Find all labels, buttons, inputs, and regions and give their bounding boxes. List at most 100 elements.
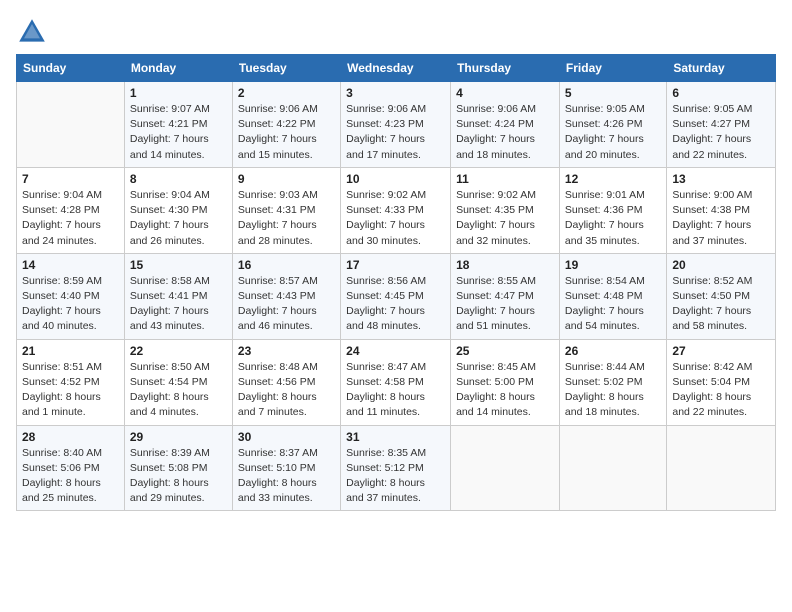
day-cell: 27 Sunrise: 8:42 AMSunset: 5:04 PMDayligh… — [667, 339, 776, 425]
day-cell: 15 Sunrise: 8:58 AMSunset: 4:41 PMDayligh… — [124, 253, 232, 339]
day-number: 17 — [346, 258, 445, 272]
day-header-saturday: Saturday — [667, 55, 776, 82]
day-number: 16 — [238, 258, 335, 272]
day-number: 10 — [346, 172, 445, 186]
day-cell: 22 Sunrise: 8:50 AMSunset: 4:54 PMDayligh… — [124, 339, 232, 425]
day-detail: Sunrise: 8:48 AMSunset: 4:56 PMDaylight:… — [238, 361, 318, 419]
days-header-row: SundayMondayTuesdayWednesdayThursdayFrid… — [17, 55, 776, 82]
day-cell: 11 Sunrise: 9:02 AMSunset: 4:35 PMDayligh… — [451, 167, 560, 253]
day-cell: 2 Sunrise: 9:06 AMSunset: 4:22 PMDaylight… — [232, 82, 340, 168]
day-number: 12 — [565, 172, 661, 186]
day-detail: Sunrise: 8:50 AMSunset: 4:54 PMDaylight:… — [130, 361, 210, 419]
day-detail: Sunrise: 8:44 AMSunset: 5:02 PMDaylight:… — [565, 361, 645, 419]
day-detail: Sunrise: 8:39 AMSunset: 5:08 PMDaylight:… — [130, 447, 210, 505]
day-header-monday: Monday — [124, 55, 232, 82]
day-number: 15 — [130, 258, 227, 272]
day-cell — [451, 425, 560, 511]
day-detail: Sunrise: 9:06 AMSunset: 4:22 PMDaylight:… — [238, 103, 318, 161]
day-number: 6 — [672, 86, 770, 100]
day-cell: 31Sunrise: 8:35 AMSunset: 5:12 PMDayligh… — [341, 425, 451, 511]
day-cell: 1Sunrise: 9:07 AMSunset: 4:21 PMDaylight… — [124, 82, 232, 168]
day-cell: 6 Sunrise: 9:05 AMSunset: 4:27 PMDaylight… — [667, 82, 776, 168]
day-number: 18 — [456, 258, 554, 272]
day-number: 26 — [565, 344, 661, 358]
day-cell: 13Sunrise: 9:00 AMSunset: 4:38 PMDayligh… — [667, 167, 776, 253]
day-detail: Sunrise: 9:03 AMSunset: 4:31 PMDaylight:… — [238, 189, 318, 247]
day-detail: Sunrise: 8:54 AMSunset: 4:48 PMDaylight:… — [565, 275, 645, 333]
day-number: 27 — [672, 344, 770, 358]
day-number: 20 — [672, 258, 770, 272]
calendar-header: SundayMondayTuesdayWednesdayThursdayFrid… — [17, 55, 776, 82]
day-number: 24 — [346, 344, 445, 358]
logo-icon — [16, 16, 48, 48]
day-cell: 16 Sunrise: 8:57 AMSunset: 4:43 PMDayligh… — [232, 253, 340, 339]
day-number: 5 — [565, 86, 661, 100]
day-cell: 18 Sunrise: 8:55 AMSunset: 4:47 PMDayligh… — [451, 253, 560, 339]
day-detail: Sunrise: 9:04 AMSunset: 4:30 PMDaylight:… — [130, 189, 210, 247]
day-cell: 3Sunrise: 9:06 AMSunset: 4:23 PMDaylight… — [341, 82, 451, 168]
day-detail: Sunrise: 8:51 AMSunset: 4:52 PMDaylight:… — [22, 361, 102, 419]
day-number: 2 — [238, 86, 335, 100]
day-number: 7 — [22, 172, 119, 186]
day-cell — [559, 425, 666, 511]
day-number: 14 — [22, 258, 119, 272]
day-number: 28 — [22, 430, 119, 444]
day-number: 11 — [456, 172, 554, 186]
day-detail: Sunrise: 9:05 AMSunset: 4:27 PMDaylight:… — [672, 103, 752, 161]
header-row — [16, 16, 776, 48]
day-detail: Sunrise: 9:04 AMSunset: 4:28 PMDaylight:… — [22, 189, 102, 247]
week-row-5: 28 Sunrise: 8:40 AMSunset: 5:06 PMDayligh… — [17, 425, 776, 511]
day-number: 22 — [130, 344, 227, 358]
day-cell: 8 Sunrise: 9:04 AMSunset: 4:30 PMDaylight… — [124, 167, 232, 253]
week-row-3: 14 Sunrise: 8:59 AMSunset: 4:40 PMDayligh… — [17, 253, 776, 339]
day-number: 8 — [130, 172, 227, 186]
day-detail: Sunrise: 8:59 AMSunset: 4:40 PMDaylight:… — [22, 275, 102, 333]
day-cell: 4Sunrise: 9:06 AMSunset: 4:24 PMDaylight… — [451, 82, 560, 168]
day-detail: Sunrise: 9:02 AMSunset: 4:33 PMDaylight:… — [346, 189, 426, 247]
day-detail: Sunrise: 8:52 AMSunset: 4:50 PMDaylight:… — [672, 275, 752, 333]
day-detail: Sunrise: 8:58 AMSunset: 4:41 PMDaylight:… — [130, 275, 210, 333]
calendar-table: SundayMondayTuesdayWednesdayThursdayFrid… — [16, 54, 776, 511]
day-detail: Sunrise: 9:06 AMSunset: 4:23 PMDaylight:… — [346, 103, 426, 161]
day-cell — [667, 425, 776, 511]
day-cell: 14 Sunrise: 8:59 AMSunset: 4:40 PMDayligh… — [17, 253, 125, 339]
day-header-tuesday: Tuesday — [232, 55, 340, 82]
day-cell: 25Sunrise: 8:45 AMSunset: 5:00 PMDayligh… — [451, 339, 560, 425]
week-row-1: 1Sunrise: 9:07 AMSunset: 4:21 PMDaylight… — [17, 82, 776, 168]
day-detail: Sunrise: 8:55 AMSunset: 4:47 PMDaylight:… — [456, 275, 536, 333]
day-cell: 20 Sunrise: 8:52 AMSunset: 4:50 PMDayligh… — [667, 253, 776, 339]
day-number: 19 — [565, 258, 661, 272]
day-detail: Sunrise: 9:01 AMSunset: 4:36 PMDaylight:… — [565, 189, 645, 247]
day-header-wednesday: Wednesday — [341, 55, 451, 82]
day-detail: Sunrise: 9:02 AMSunset: 4:35 PMDaylight:… — [456, 189, 536, 247]
day-cell: 19 Sunrise: 8:54 AMSunset: 4:48 PMDayligh… — [559, 253, 666, 339]
day-cell: 21 Sunrise: 8:51 AMSunset: 4:52 PMDayligh… — [17, 339, 125, 425]
day-number: 30 — [238, 430, 335, 444]
day-number: 29 — [130, 430, 227, 444]
day-cell: 26 Sunrise: 8:44 AMSunset: 5:02 PMDayligh… — [559, 339, 666, 425]
day-number: 31 — [346, 430, 445, 444]
day-detail: Sunrise: 8:57 AMSunset: 4:43 PMDaylight:… — [238, 275, 318, 333]
calendar-body: 1Sunrise: 9:07 AMSunset: 4:21 PMDaylight… — [17, 82, 776, 511]
day-header-sunday: Sunday — [17, 55, 125, 82]
day-cell: 29 Sunrise: 8:39 AMSunset: 5:08 PMDayligh… — [124, 425, 232, 511]
day-detail: Sunrise: 8:40 AMSunset: 5:06 PMDaylight:… — [22, 447, 102, 505]
day-cell: 28 Sunrise: 8:40 AMSunset: 5:06 PMDayligh… — [17, 425, 125, 511]
day-number: 4 — [456, 86, 554, 100]
day-detail: Sunrise: 8:47 AMSunset: 4:58 PMDaylight:… — [346, 361, 426, 419]
day-cell: 10 Sunrise: 9:02 AMSunset: 4:33 PMDayligh… — [341, 167, 451, 253]
page: SundayMondayTuesdayWednesdayThursdayFrid… — [0, 0, 792, 612]
day-detail: Sunrise: 8:56 AMSunset: 4:45 PMDaylight:… — [346, 275, 426, 333]
day-detail: Sunrise: 8:42 AMSunset: 5:04 PMDaylight:… — [672, 361, 752, 419]
day-number: 21 — [22, 344, 119, 358]
day-cell: 17 Sunrise: 8:56 AMSunset: 4:45 PMDayligh… — [341, 253, 451, 339]
day-cell: 30 Sunrise: 8:37 AMSunset: 5:10 PMDayligh… — [232, 425, 340, 511]
logo — [16, 16, 52, 48]
week-row-4: 21 Sunrise: 8:51 AMSunset: 4:52 PMDayligh… — [17, 339, 776, 425]
week-row-2: 7 Sunrise: 9:04 AMSunset: 4:28 PMDaylight… — [17, 167, 776, 253]
day-detail: Sunrise: 8:37 AMSunset: 5:10 PMDaylight:… — [238, 447, 318, 505]
day-detail: Sunrise: 8:45 AMSunset: 5:00 PMDaylight:… — [456, 361, 536, 419]
day-cell — [17, 82, 125, 168]
day-cell: 7 Sunrise: 9:04 AMSunset: 4:28 PMDaylight… — [17, 167, 125, 253]
day-detail: Sunrise: 9:00 AMSunset: 4:38 PMDaylight:… — [672, 189, 752, 247]
